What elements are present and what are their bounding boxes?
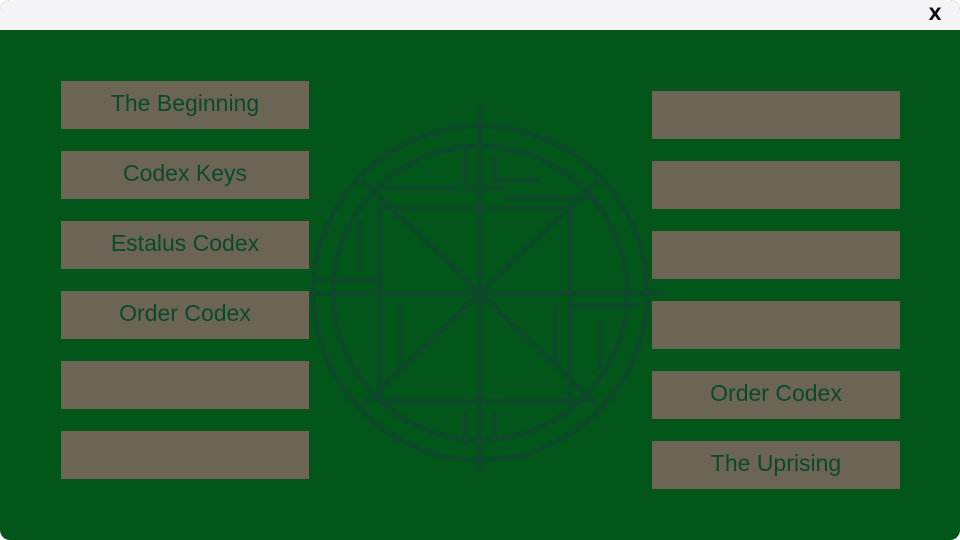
codex-entry-empty[interactable] <box>652 91 900 139</box>
codex-entry-codex-keys[interactable]: Codex Keys <box>61 151 309 199</box>
codex-entry-the-uprising[interactable]: The Uprising <box>652 441 900 489</box>
right-codex-list: Order Codex The Uprising <box>652 91 900 489</box>
codex-entry-the-beginning[interactable]: The Beginning <box>61 81 309 129</box>
codex-entry-empty[interactable] <box>652 301 900 349</box>
codex-entry-empty[interactable] <box>652 161 900 209</box>
codex-window: X The Beginning Codex Keys Estalus Codex… <box>0 0 960 540</box>
left-codex-list: The Beginning Codex Keys Estalus Codex O… <box>61 81 309 479</box>
close-button[interactable]: X <box>924 4 946 26</box>
title-bar: X <box>0 0 960 30</box>
codex-entry-order-codex[interactable]: Order Codex <box>652 371 900 419</box>
codex-entry-empty[interactable] <box>652 231 900 279</box>
codex-entry-order-codex[interactable]: Order Codex <box>61 291 309 339</box>
codex-entry-empty[interactable] <box>61 431 309 479</box>
rune-compass-icon <box>308 106 665 472</box>
codex-entry-empty[interactable] <box>61 361 309 409</box>
codex-entry-estalus-codex[interactable]: Estalus Codex <box>61 221 309 269</box>
